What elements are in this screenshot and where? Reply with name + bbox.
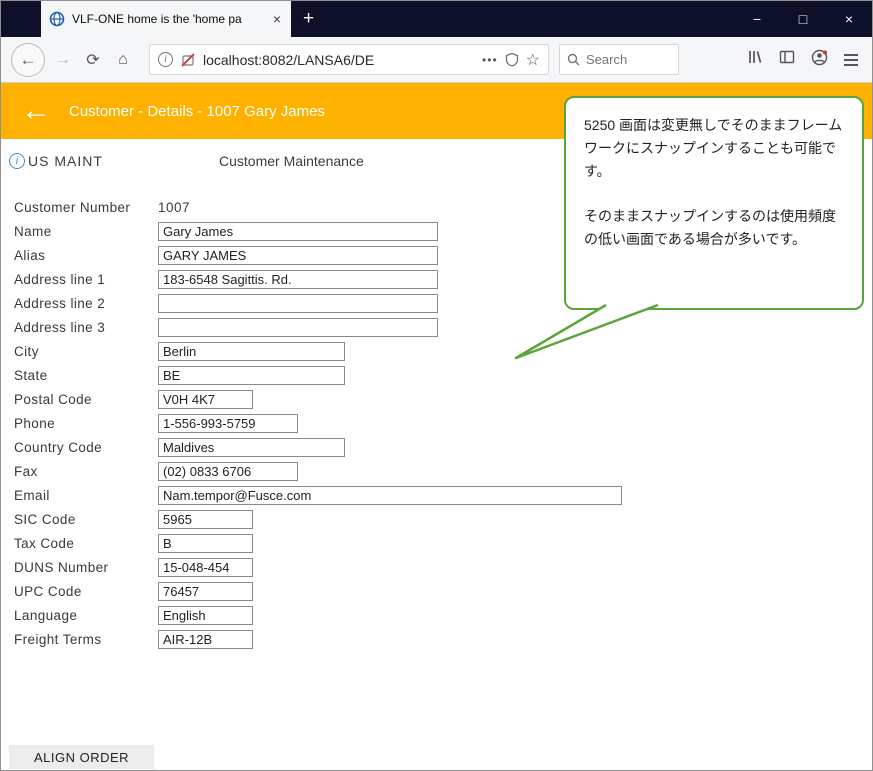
field-label: Address line 1 — [14, 272, 158, 287]
field-input-name[interactable] — [158, 222, 438, 241]
field-label: Postal Code — [14, 392, 158, 407]
app-header-title: Customer - Details - 1007 Gary James — [69, 103, 325, 120]
field-input-alias[interactable] — [158, 246, 438, 265]
search-bar[interactable] — [559, 44, 679, 75]
field-input-fax[interactable] — [158, 462, 298, 481]
bookmark-star-icon[interactable]: ☆ — [526, 50, 540, 70]
field-label: Fax — [14, 464, 158, 479]
sidebar-icon[interactable] — [779, 49, 795, 70]
field-label: SIC Code — [14, 512, 158, 527]
form-row: Language — [1, 603, 872, 627]
form-row: Fax — [1, 459, 872, 483]
form-row: State — [1, 363, 872, 387]
home-icon[interactable]: ⌂ — [109, 46, 137, 74]
field-label: Alias — [14, 248, 158, 263]
minimize-button[interactable]: − — [734, 1, 780, 37]
form-row: City — [1, 339, 872, 363]
window-controls: − □ × — [734, 1, 872, 37]
field-input-address-line-2[interactable] — [158, 294, 438, 313]
shield-icon[interactable] — [505, 52, 519, 67]
field-label: City — [14, 344, 158, 359]
back-icon[interactable]: ← — [11, 43, 45, 77]
callout-paragraph-1: 5250 画面は変更無しでそのままフレームワークにスナップインすることも可能です… — [584, 114, 844, 183]
field-input-city[interactable] — [158, 342, 345, 361]
field-label: Address line 3 — [14, 320, 158, 335]
url-input[interactable] — [203, 52, 475, 68]
field-input-postal-code[interactable] — [158, 390, 253, 409]
info-icon[interactable]: i — [9, 153, 25, 169]
field-input-country-code[interactable] — [158, 438, 345, 457]
field-label: Language — [14, 608, 158, 623]
field-label: Name — [14, 224, 158, 239]
field-label: Customer Number — [14, 200, 158, 215]
form-row: DUNS Number — [1, 555, 872, 579]
field-label: UPC Code — [14, 584, 158, 599]
tab-close-icon[interactable]: × — [271, 11, 283, 27]
forward-icon[interactable]: → — [49, 46, 77, 74]
callout-tail — [506, 304, 666, 367]
form-row: Country Code — [1, 435, 872, 459]
browser-window: VLF-ONE home is the 'home pa × + − □ × ←… — [0, 0, 873, 771]
search-input[interactable] — [586, 52, 656, 67]
field-input-state[interactable] — [158, 366, 345, 385]
toolbar-right-icons — [747, 49, 862, 71]
field-label: Phone — [14, 416, 158, 431]
field-label: Freight Terms — [14, 632, 158, 647]
titlebar: VLF-ONE home is the 'home pa × + − □ × — [1, 1, 872, 37]
field-input-sic-code[interactable] — [158, 510, 253, 529]
field-label: Tax Code — [14, 536, 158, 551]
screen-id: US MAINT — [28, 153, 103, 169]
field-label: Address line 2 — [14, 296, 158, 311]
field-input-phone[interactable] — [158, 414, 298, 433]
new-tab-button[interactable]: + — [291, 1, 326, 37]
tab-title: VLF-ONE home is the 'home pa — [72, 12, 264, 26]
account-icon[interactable] — [811, 49, 828, 71]
form-row: SIC Code — [1, 507, 872, 531]
screen-title: Customer Maintenance — [219, 153, 364, 169]
align-order-button[interactable]: ALIGN ORDER — [9, 745, 154, 769]
plugin-blocked-icon[interactable] — [180, 52, 196, 68]
nav-toolbar: ← → ⟳ ⌂ i ••• ☆ — [1, 37, 872, 83]
url-bar[interactable]: i ••• ☆ — [149, 44, 549, 75]
field-input-language[interactable] — [158, 606, 253, 625]
field-label: Email — [14, 488, 158, 503]
form-row: Phone — [1, 411, 872, 435]
close-button[interactable]: × — [826, 1, 872, 37]
browser-tab[interactable]: VLF-ONE home is the 'home pa × — [41, 1, 291, 37]
field-input-freight-terms[interactable] — [158, 630, 253, 649]
field-input-email[interactable] — [158, 486, 622, 505]
field-input-address-line-3[interactable] — [158, 318, 438, 337]
callout-paragraph-2: そのままスナップインするのは使用頻度の低い画面である場合が多いです。 — [584, 205, 844, 251]
field-label: State — [14, 368, 158, 383]
field-input-address-line-1[interactable] — [158, 270, 438, 289]
field-input-tax-code[interactable] — [158, 534, 253, 553]
field-label: Country Code — [14, 440, 158, 455]
form-row: Freight Terms — [1, 627, 872, 651]
library-icon[interactable] — [747, 49, 763, 70]
app-back-arrow-icon[interactable]: ← — [21, 96, 51, 126]
maximize-button[interactable]: □ — [780, 1, 826, 37]
search-icon — [567, 53, 580, 66]
form-row: Email — [1, 483, 872, 507]
form-row: Address line 3 — [1, 315, 872, 339]
annotation-callout: 5250 画面は変更無しでそのままフレームワークにスナップインすることも可能です… — [564, 96, 864, 310]
site-info-icon[interactable]: i — [158, 52, 173, 67]
globe-favicon-icon — [49, 11, 65, 27]
field-input-duns-number[interactable] — [158, 558, 253, 577]
reload-icon[interactable]: ⟳ — [79, 46, 107, 74]
menu-icon[interactable] — [844, 54, 858, 66]
field-input-upc-code[interactable] — [158, 582, 253, 601]
field-value-customer-number: 1007 — [158, 200, 190, 215]
form-row: Tax Code — [1, 531, 872, 555]
field-label: DUNS Number — [14, 560, 158, 575]
form-row: Postal Code — [1, 387, 872, 411]
form-row: UPC Code — [1, 579, 872, 603]
page-actions-icon[interactable]: ••• — [482, 53, 498, 67]
